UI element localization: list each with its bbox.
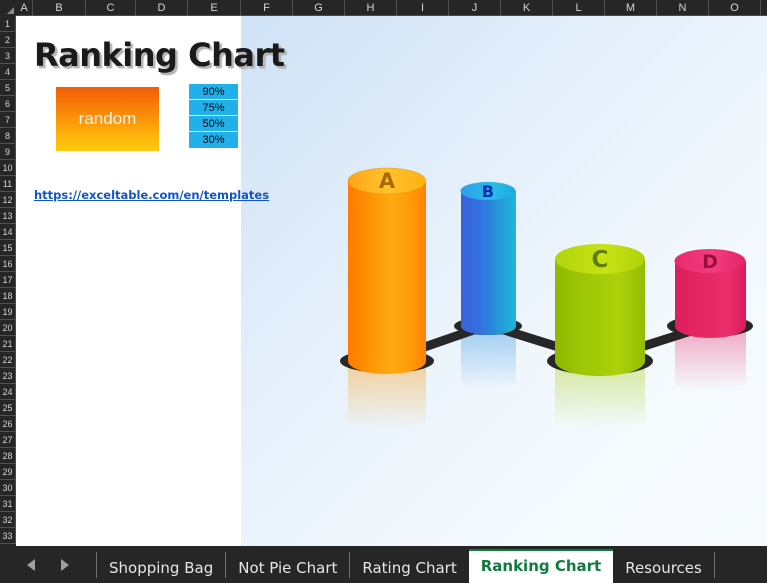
column-header-b[interactable]: B xyxy=(33,0,86,16)
row-header-16[interactable]: 16 xyxy=(0,256,16,272)
percent-cell-3[interactable]: 50% xyxy=(189,116,238,132)
row-header-29[interactable]: 29 xyxy=(0,464,16,480)
row-header-28[interactable]: 28 xyxy=(0,448,16,464)
percent-cell-4[interactable]: 30% xyxy=(189,132,238,148)
row-header-1[interactable]: 1 xyxy=(0,16,16,32)
template-source-link[interactable]: https://exceltable.com/en/templates xyxy=(34,188,269,202)
row-header-24[interactable]: 24 xyxy=(0,384,16,400)
spreadsheet-window: ABCDEFGHIJKLMNO 1 2 3 4 5 6 7 8 9 10 11 12 13 14 15 16 1… xyxy=(0,0,767,583)
column-header-n[interactable]: N xyxy=(657,0,709,16)
sheet-tabs: Shopping Bag Not Pie Chart Rating Chart Ran… xyxy=(97,549,715,583)
sheet-tab-resources[interactable]: Resources xyxy=(613,553,714,583)
row-header-27[interactable]: 27 xyxy=(0,432,16,448)
next-sheet-arrow-icon[interactable] xyxy=(61,558,69,571)
row-header-6[interactable]: 6 xyxy=(0,96,16,112)
row-header-33[interactable]: 33 xyxy=(0,528,16,544)
percent-cell-2[interactable]: 75% xyxy=(189,100,238,116)
svg-text:A: A xyxy=(379,169,396,193)
row-header-21[interactable]: 21 xyxy=(0,336,16,352)
row-header-18[interactable]: 18 xyxy=(0,288,16,304)
row-header-26[interactable]: 26 xyxy=(0,416,16,432)
row-header-30[interactable]: 30 xyxy=(0,480,16,496)
column-header-bar: ABCDEFGHIJKLMNO xyxy=(0,0,767,16)
row-header-12[interactable]: 12 xyxy=(0,192,16,208)
column-header-k[interactable]: K xyxy=(501,0,553,16)
column-header-a[interactable]: A xyxy=(16,0,33,16)
cylinder-chart-graphic: A B C D xyxy=(340,167,753,429)
row-header-17[interactable]: 17 xyxy=(0,272,16,288)
cylinder-bar-a: A xyxy=(340,167,434,374)
cylinder-bar-b: B xyxy=(454,182,522,336)
row-header-15[interactable]: 15 xyxy=(0,240,16,256)
column-header-f[interactable]: F xyxy=(241,0,293,16)
page-title: Ranking Chart xyxy=(34,36,285,74)
row-header-19[interactable]: 19 xyxy=(0,304,16,320)
row-header-23[interactable]: 23 xyxy=(0,368,16,384)
sheet-tab-rating-chart[interactable]: Rating Chart xyxy=(350,553,468,583)
sheet-tab-bar: Shopping Bag Not Pie Chart Rating Chart Ran… xyxy=(0,546,767,583)
svg-text:B: B xyxy=(482,182,494,201)
svg-text:D: D xyxy=(702,251,718,273)
cylinder-bar-d: D xyxy=(667,249,753,338)
row-header-22[interactable]: 22 xyxy=(0,352,16,368)
select-all-corner[interactable] xyxy=(0,0,16,16)
column-header-j[interactable]: J xyxy=(449,0,501,16)
column-header-e[interactable]: E xyxy=(188,0,241,16)
row-header-8[interactable]: 8 xyxy=(0,128,16,144)
percent-cell-1[interactable]: 90% xyxy=(189,84,238,100)
sheet-tab-ranking-chart[interactable]: Ranking Chart xyxy=(468,549,614,583)
column-header-c[interactable]: C xyxy=(86,0,136,16)
row-header-2[interactable]: 2 xyxy=(0,32,16,48)
column-header-m[interactable]: M xyxy=(605,0,657,16)
column-header-g[interactable]: G xyxy=(293,0,345,16)
row-header-11[interactable]: 11 xyxy=(0,176,16,192)
column-header-l[interactable]: L xyxy=(553,0,605,16)
column-header-i[interactable]: I xyxy=(397,0,449,16)
ranking-connector-line xyxy=(382,320,715,365)
tab-divider xyxy=(713,552,715,578)
row-header-32[interactable]: 32 xyxy=(0,512,16,528)
row-header-20[interactable]: 20 xyxy=(0,320,16,336)
row-header-10[interactable]: 10 xyxy=(0,160,16,176)
row-header-7[interactable]: 7 xyxy=(0,112,16,128)
cylinder-bar-c: C xyxy=(547,244,653,376)
sheet-nav-arrows xyxy=(0,546,96,583)
row-header-3[interactable]: 3 xyxy=(0,48,16,64)
row-header-bar: 1 2 3 4 5 6 7 8 9 10 11 12 13 14 15 16 17 18 19 20 21 22 23 24 2… xyxy=(0,16,16,546)
row-header-25[interactable]: 25 xyxy=(0,400,16,416)
random-button[interactable]: random xyxy=(56,87,159,151)
row-header-31[interactable]: 31 xyxy=(0,496,16,512)
column-header-d[interactable]: D xyxy=(136,0,188,16)
row-header-5[interactable]: 5 xyxy=(0,80,16,96)
column-header-o[interactable]: O xyxy=(709,0,761,16)
prev-sheet-arrow-icon[interactable] xyxy=(27,558,35,571)
row-header-9[interactable]: 9 xyxy=(0,144,16,160)
sheet-tab-not-pie-chart[interactable]: Not Pie Chart xyxy=(226,553,349,583)
worksheet-surface[interactable]: A B C D Ranking Chart random 90% 75% 50%… xyxy=(16,16,767,546)
row-header-14[interactable]: 14 xyxy=(0,224,16,240)
column-header-h[interactable]: H xyxy=(345,0,397,16)
svg-text:C: C xyxy=(592,247,609,273)
sheet-tab-shopping-bag[interactable]: Shopping Bag xyxy=(97,553,225,583)
row-header-13[interactable]: 13 xyxy=(0,208,16,224)
row-header-4[interactable]: 4 xyxy=(0,64,16,80)
percent-value-list: 90% 75% 50% 30% xyxy=(189,84,238,148)
ranking-chart-object[interactable]: A B C D xyxy=(241,16,767,546)
